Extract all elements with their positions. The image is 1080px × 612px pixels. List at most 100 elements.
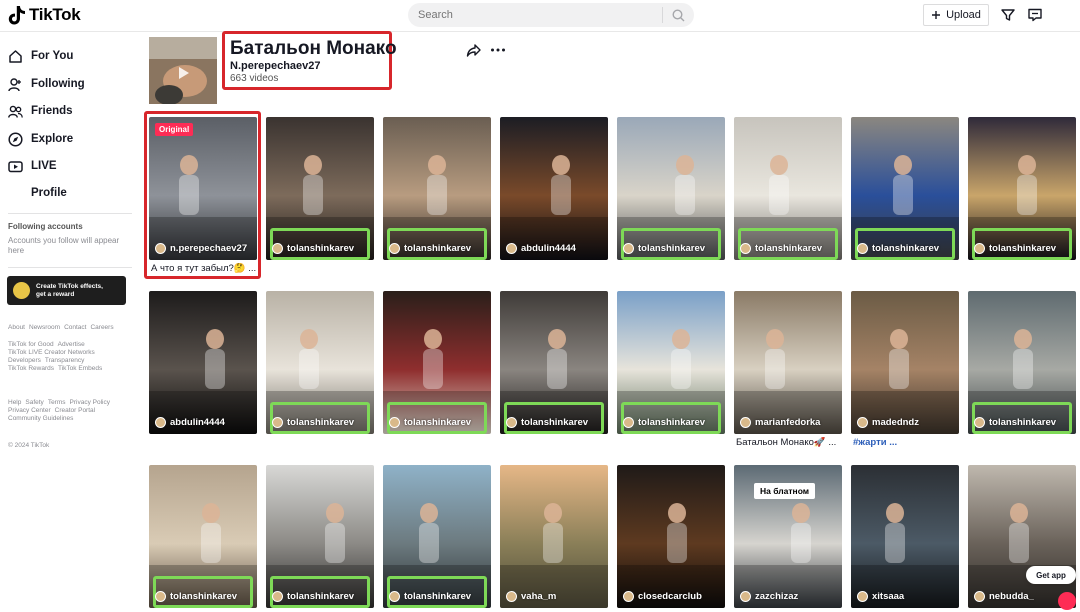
video-author[interactable]: tolanshinkarev [389,417,471,428]
footer-link[interactable]: Careers [90,324,113,331]
video-author[interactable]: closedcarclub [623,591,702,602]
video-tile[interactable]: marianfedorka [734,291,842,434]
video-tile[interactable]: На блатном zazchizaz [734,465,842,608]
video-tile[interactable]: tolanshinkarev [734,117,842,260]
footer-link[interactable]: Developers [8,357,41,364]
footer-link[interactable]: About [8,324,25,331]
search-input[interactable] [408,3,662,27]
footer-link[interactable]: Terms [48,399,66,406]
video-author[interactable]: xitsaaa [857,591,904,602]
video-tile[interactable]: tolanshinkarev [968,291,1076,434]
video-tile[interactable]: tolanshinkarev [266,291,374,434]
get-app-button[interactable]: Get app [1026,566,1076,584]
footer-link[interactable]: Community Guidelines [8,415,73,422]
video-author[interactable]: madedndz [857,417,919,428]
video-tile[interactable]: tolanshinkarev [968,117,1076,260]
footer-link[interactable]: Help [8,399,21,406]
video-author[interactable]: tolanshinkarev [389,591,471,602]
video-author[interactable]: zazchizaz [740,591,798,602]
footer-link[interactable]: TikTok Embeds [58,365,102,372]
video-author[interactable]: tolanshinkarev [272,591,354,602]
footer-link[interactable]: Advertise [58,341,85,348]
video-tile[interactable]: abdulin4444 [500,117,608,260]
playlist-cover[interactable] [149,37,217,104]
video-author[interactable]: tolanshinkarev [857,243,939,254]
footer-link[interactable]: Contact [64,324,86,331]
more-options-icon[interactable] [490,42,506,58]
video-author-name: madedndz [872,417,919,428]
avatar [506,417,517,428]
video-tile[interactable]: tolanshinkarev [617,117,725,260]
footer-link[interactable]: TikTok for Good [8,341,54,348]
scroll-top-button[interactable] [1058,592,1076,610]
footer-link[interactable]: Transparency [45,357,85,364]
footer-link[interactable]: Safety [25,399,43,406]
video-tile[interactable]: tolanshinkarev [149,465,257,608]
footer-link[interactable]: TikTok LIVE Creator Networks [8,349,95,356]
avatar [389,417,400,428]
nav-friends[interactable]: Friends [8,100,73,122]
video-author[interactable]: tolanshinkarev [506,417,588,428]
cover-image [149,37,217,104]
video-tile[interactable]: tolanshinkarev [617,291,725,434]
tiktok-logo[interactable]: TikTok [8,5,81,25]
upload-button[interactable]: Upload [923,4,989,26]
footer-link[interactable]: Creator Portal [55,407,95,414]
video-author[interactable]: tolanshinkarev [272,417,354,428]
video-tile[interactable]: tolanshinkarev [500,291,608,434]
video-thumbnail [968,465,1076,608]
video-author[interactable]: tolanshinkarev [155,591,237,602]
footer-link[interactable]: TikTok Rewards [8,365,54,372]
nav-following[interactable]: Following [8,73,85,95]
video-author[interactable]: tolanshinkarev [623,417,705,428]
nav-for-you[interactable]: For You [8,45,73,67]
nav-label: Friends [31,105,73,117]
video-author[interactable]: tolanshinkarev [623,243,705,254]
following-accounts-title: Following accounts [8,222,83,231]
inbox-icon[interactable] [1027,7,1043,23]
video-tile[interactable]: tolanshinkarev [383,291,491,434]
video-tile[interactable]: vaha_m [500,465,608,608]
video-tile[interactable]: tolanshinkarev [266,465,374,608]
video-author[interactable]: tolanshinkarev [272,243,354,254]
video-author[interactable]: vaha_m [506,591,556,602]
video-tile[interactable]: tolanshinkarev [383,117,491,260]
search-button[interactable] [663,3,693,27]
filter-icon[interactable] [1000,7,1016,23]
video-tile[interactable]: abdulin4444 [149,291,257,434]
video-thumbnail [734,291,842,434]
footer-link[interactable]: Privacy Policy [70,399,110,406]
top-bar: TikTok Upload [0,0,1080,32]
video-tile[interactable]: tolanshinkarev [851,117,959,260]
nav-explore[interactable]: Explore [8,128,73,150]
video-author[interactable]: tolanshinkarev [974,417,1056,428]
effects-line-1: Create TikTok effects, [36,282,103,290]
video-author[interactable]: abdulin4444 [506,243,576,254]
video-tile[interactable]: closedcarclub [617,465,725,608]
video-author[interactable]: marianfedorka [740,417,820,428]
footer-link[interactable]: Privacy Center [8,407,51,414]
video-author[interactable]: tolanshinkarev [389,243,471,254]
playlist-author[interactable]: N.perepechaev27 [230,60,384,72]
video-author[interactable]: tolanshinkarev [740,243,822,254]
video-caption[interactable]: Батальон Монако🚀 ... [736,437,842,448]
video-author[interactable]: tolanshinkarev [974,243,1056,254]
avatar [272,243,283,254]
share-icon[interactable] [466,42,482,58]
nav-live[interactable]: LIVE [8,155,57,177]
video-tile[interactable]: xitsaaa [851,465,959,608]
video-caption[interactable]: #жарти ... [853,437,959,448]
video-author-name: tolanshinkarev [287,417,355,428]
avatar [389,591,400,602]
video-tile[interactable]: tolanshinkarev [383,465,491,608]
footer-link[interactable]: Newsroom [29,324,60,331]
avatar [740,591,751,602]
search-icon [671,8,684,21]
video-tile[interactable]: nebudda_ [968,465,1076,608]
video-author[interactable]: abdulin4444 [155,417,225,428]
nav-profile[interactable]: Profile [8,182,67,204]
create-effects-banner[interactable]: Create TikTok effects, get a reward [7,276,126,305]
video-author[interactable]: nebudda_ [974,591,1034,602]
video-tile[interactable]: tolanshinkarev [266,117,374,260]
video-tile[interactable]: madedndz [851,291,959,434]
